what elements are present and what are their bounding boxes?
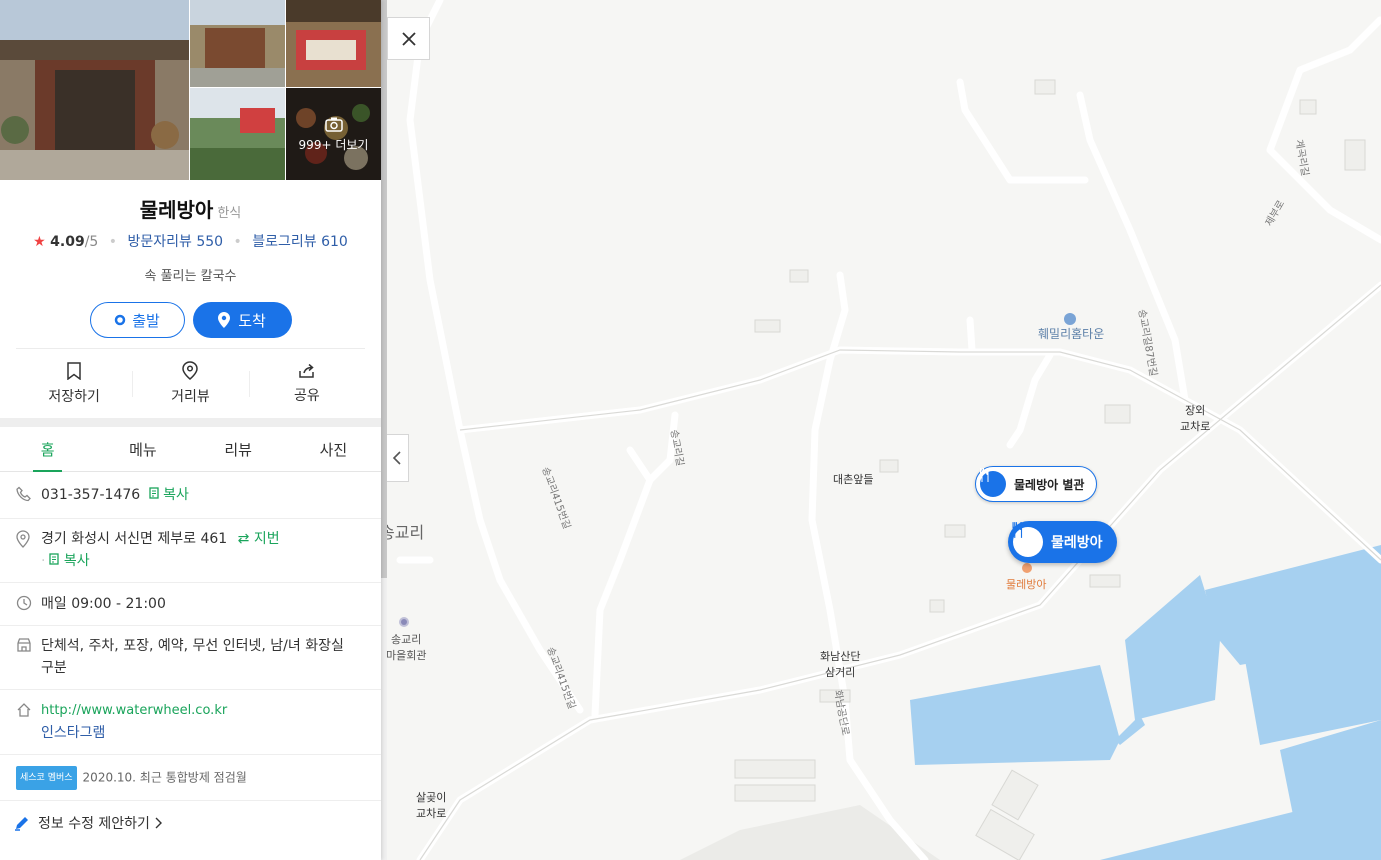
map-marker-icon (182, 361, 199, 380)
map-pin-main[interactable]: 물레방아 (1008, 521, 1117, 563)
map-label-daechon: 대촌앞들 (833, 473, 874, 486)
save-label: 저장하기 (48, 388, 100, 405)
pencil-icon (15, 817, 28, 831)
map-pin-annex-label: 물레방아 별관 (1014, 477, 1085, 492)
clock-icon (16, 593, 41, 615)
save-button[interactable]: 저장하기 (16, 349, 132, 418)
route-arrive-label: 도착 (238, 311, 266, 330)
map-label-jangoe: 장외 교차로 (1180, 404, 1211, 433)
map-label-hwanam: 화남산단 삼거리 (820, 650, 861, 679)
route-start-button[interactable]: 출발 (89, 302, 185, 338)
photo-gallery[interactable]: 999+ 더보기 (0, 0, 381, 180)
location-pin-icon (218, 312, 231, 328)
website-link[interactable]: http://www.waterwheel.co.kr (41, 700, 227, 722)
utensils-icon (980, 468, 1006, 497)
home-icon (16, 700, 41, 744)
photo-3-image (286, 0, 381, 87)
map-label-hwemilli[interactable]: 훼밀리홈타운 (1038, 325, 1104, 342)
location-icon (16, 528, 41, 572)
tab-home[interactable]: 홈 (0, 427, 95, 472)
blog-reviews-link[interactable]: 블로그리뷰 610 (252, 234, 348, 250)
tab-reviews[interactable]: 리뷰 (191, 427, 286, 471)
map-label-salgoji: 살곶이 교차로 (416, 791, 447, 820)
place-category: 한식 (217, 206, 242, 221)
close-icon (401, 31, 416, 46)
store-icon (16, 635, 41, 679)
info-address: 경기 화성시 서신면 제부로 461 ⇄ 지번 · 복사 (0, 519, 381, 583)
close-button[interactable] (387, 17, 430, 60)
origin-dot-icon (114, 314, 126, 326)
swap-icon: ⇄ (237, 531, 250, 547)
jibun-toggle-button[interactable]: ⇄ 지번 (238, 531, 280, 547)
info-hours: 매일 09:00 - 21:00 (0, 583, 381, 626)
photos-more-label: 999+ 더보기 (298, 137, 369, 152)
visitor-reviews-link[interactable]: 방문자리뷰 550 (128, 234, 224, 250)
share-label: 공유 (293, 387, 320, 404)
info-phone: 031-357-1476 복사 (0, 472, 381, 519)
camera-icon (324, 117, 343, 132)
tab-menu[interactable]: 메뉴 (95, 427, 190, 471)
bookmark-icon (67, 361, 81, 380)
jibun-label: 지번 (253, 531, 280, 547)
info-links: http://www.waterwheel.co.kr 인스타그램 (0, 690, 381, 755)
photo-3[interactable] (286, 0, 381, 87)
tab-bar: 홈 메뉴 리뷰 사진 (0, 427, 381, 472)
rating-score: 4.09 (50, 234, 85, 250)
route-arrive-button[interactable]: 도착 (192, 302, 292, 338)
share-icon (299, 363, 314, 378)
suggest-edit-label: 정보 수정 제안하기 (38, 816, 150, 832)
copy-icon (148, 487, 159, 499)
phone-copy-button[interactable]: 복사 (148, 487, 189, 503)
address-copy-label: 복사 (63, 553, 90, 569)
cesco-text: 2020.10. 최근 통합방제 점검월 (82, 770, 247, 784)
phone-copy-label: 복사 (163, 487, 189, 503)
route-start-label: 출발 (132, 311, 160, 330)
phone-icon (16, 484, 41, 506)
place-panel: 999+ 더보기 물레방아 한식 ★ 4.09/5 • 방문자리뷰 550 • 블… (0, 0, 381, 860)
chevron-right-icon (155, 817, 162, 829)
photo-main[interactable] (0, 0, 189, 180)
address-text: 경기 화성시 서신면 제부로 461 (41, 531, 228, 547)
tab-photos[interactable]: 사진 (286, 427, 381, 471)
map-poi-main[interactable]: 물레방아 (1006, 576, 1046, 592)
amenities-text: 단체석, 주차, 포장, 예약, 무선 인터넷, 남/녀 화장실 구분 (41, 638, 344, 676)
map-pin-annex[interactable]: 물레방아 별관 (975, 466, 1098, 502)
place-description: 속 풀리는 칼국수 (144, 269, 237, 284)
photo-4-image (190, 88, 285, 180)
copy-icon (49, 553, 60, 565)
instagram-link[interactable]: 인스타그램 (41, 722, 227, 744)
collapse-panel-button[interactable] (385, 434, 409, 482)
rating-star-icon: ★ (33, 234, 46, 250)
map-label-songgyori-hall: 송교리 마을회관 (386, 633, 427, 662)
share-button[interactable]: 공유 (248, 349, 365, 418)
scrollbar-thumb[interactable] (381, 0, 387, 578)
photo-2-image (190, 0, 285, 87)
address-copy-button[interactable]: 복사 (49, 553, 90, 569)
suggest-edit-button[interactable]: 정보 수정 제안하기 (0, 801, 381, 845)
rating-max: /5 (84, 234, 99, 250)
map-pin-main-label: 물레방아 (1051, 535, 1103, 551)
photo-4[interactable] (190, 88, 285, 180)
hours-text: 매일 09:00 - 21:00 (41, 596, 166, 612)
info-cesco: 세스코 멤버스 2020.10. 최근 통합방제 점검월 (0, 755, 381, 801)
panel-scrollbar[interactable] (381, 0, 387, 860)
street-view-label: 거리뷰 (171, 389, 210, 405)
section-divider (0, 418, 381, 427)
chevron-left-icon (392, 451, 401, 465)
cesco-badge: 세스코 멤버스 (16, 765, 77, 790)
photos-more-button[interactable]: 999+ 더보기 (286, 88, 381, 180)
info-amenities: 단체석, 주차, 포장, 예약, 무선 인터넷, 남/녀 화장실 구분 (0, 626, 381, 690)
photo-main-image (0, 0, 189, 180)
utensils-icon (1012, 522, 1043, 557)
street-view-button[interactable]: 거리뷰 (132, 349, 248, 418)
photo-2[interactable] (190, 0, 285, 87)
phone-number: 031-357-1476 (41, 487, 141, 503)
place-name: 물레방아 (139, 198, 214, 222)
